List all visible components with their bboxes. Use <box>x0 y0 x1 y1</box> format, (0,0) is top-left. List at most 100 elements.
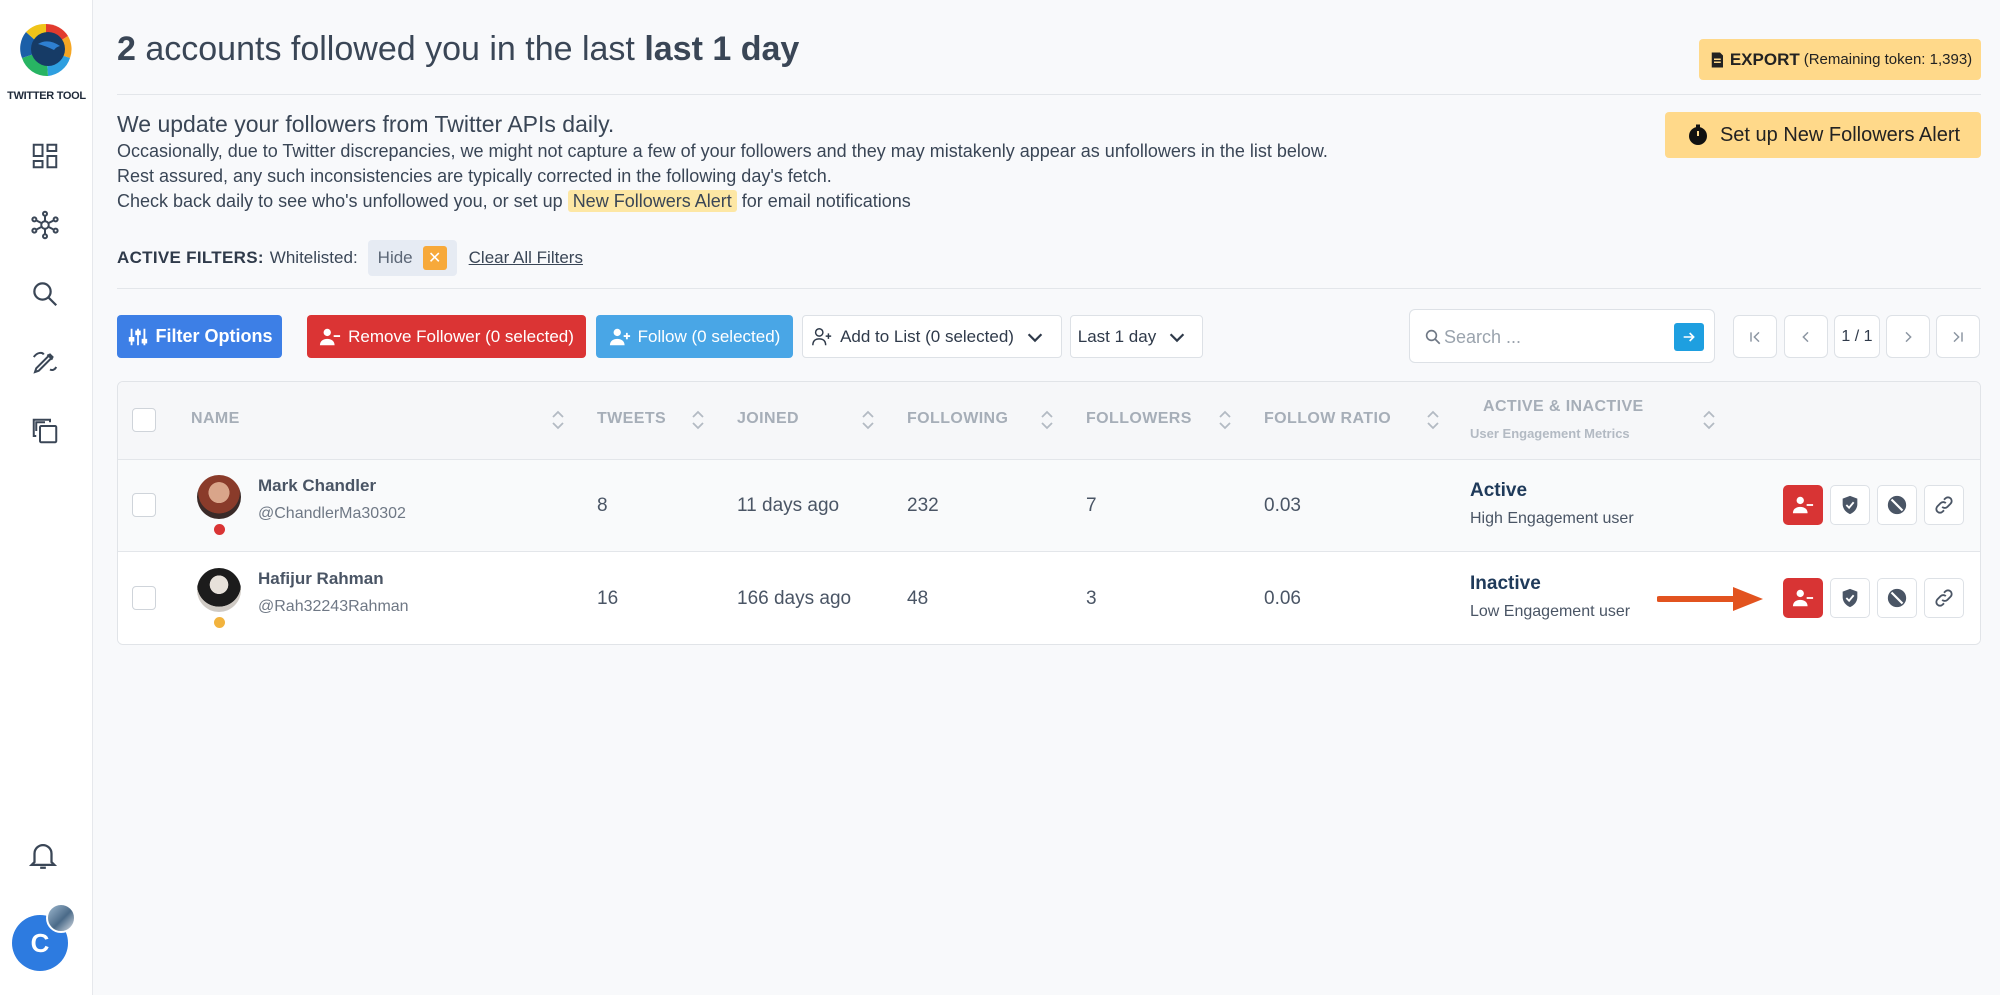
shield-icon <box>1842 495 1858 515</box>
filter-chip-whitelisted: Hide ✕ <box>367 240 457 276</box>
alert-button-label: Set up New Followers Alert <box>1719 123 1961 146</box>
logo[interactable] <box>18 22 74 78</box>
last-page-button[interactable] <box>1936 315 1980 358</box>
remove-follower-row-button[interactable] <box>1783 485 1823 525</box>
active-filters-label: ACTIVE FILTERS: <box>117 248 264 267</box>
user-handle[interactable]: @ChandlerMa30302 <box>258 505 406 523</box>
engagement-detail: Low Engagement user <box>1470 603 1631 620</box>
user-plus-icon <box>609 328 630 345</box>
user-minus-icon <box>320 328 341 345</box>
whitelist-button[interactable] <box>1830 578 1870 618</box>
engagement-status: Active <box>1470 480 1528 501</box>
column-followers[interactable]: FOLLOWERS <box>1086 410 1192 428</box>
row-checkbox[interactable] <box>132 493 156 517</box>
column-engagement[interactable]: ACTIVE & INACTIVE <box>1483 398 1644 416</box>
network-icon[interactable] <box>28 208 62 242</box>
select-all-checkbox[interactable] <box>132 408 156 432</box>
filter-options-button[interactable]: Filter Options <box>117 315 282 358</box>
new-followers-alert-link[interactable]: New Followers Alert <box>567 190 737 212</box>
avatar[interactable] <box>197 568 241 612</box>
sort-icon[interactable] <box>1218 408 1232 432</box>
remove-follower-row-button[interactable] <box>1783 578 1823 618</box>
bell-icon[interactable] <box>26 838 60 872</box>
first-page-button[interactable] <box>1733 315 1777 358</box>
joined-cell: 166 days ago <box>737 588 852 609</box>
profile-link-button[interactable] <box>1924 578 1964 618</box>
avatar[interactable] <box>197 475 241 519</box>
first-page-icon <box>1750 331 1760 342</box>
ratio-cell: 0.06 <box>1264 588 1301 609</box>
copy-icon[interactable] <box>28 414 62 448</box>
profile-link-button[interactable] <box>1924 485 1964 525</box>
set-up-alert-button[interactable]: Set up New Followers Alert <box>1665 112 1981 158</box>
app-name: TWITTER TOOL <box>7 90 86 102</box>
follow-button[interactable]: Follow (0 selected) <box>596 315 793 358</box>
user-handle[interactable]: @Rah32243Rahman <box>258 598 409 616</box>
user-minus-icon <box>1792 496 1814 514</box>
search-icon[interactable] <box>28 277 62 311</box>
close-icon[interactable]: ✕ <box>422 246 447 270</box>
title-text: accounts followed you in the last <box>135 30 645 68</box>
info-line-3-pre: Check back daily to see who's unfollowed… <box>117 191 568 211</box>
sort-icon[interactable] <box>861 408 875 432</box>
sort-icon[interactable] <box>1426 408 1440 432</box>
followers-cell: 7 <box>1086 495 1097 516</box>
export-icon <box>1711 52 1723 67</box>
export-token: (Remaining token: 1,393) <box>1803 51 1973 68</box>
add-to-list-dropdown[interactable]: Add to List (0 selected) <box>802 315 1062 358</box>
dashboard-icon[interactable] <box>28 139 62 173</box>
filter-chip-value: Hide <box>377 248 413 267</box>
stopwatch-icon <box>1688 124 1707 145</box>
remove-follower-button[interactable]: Remove Follower (0 selected) <box>307 315 586 358</box>
next-page-button[interactable] <box>1886 315 1930 358</box>
search-submit-button[interactable] <box>1674 323 1704 351</box>
account-avatar[interactable] <box>46 903 76 933</box>
sort-icon[interactable] <box>1702 408 1716 432</box>
sliders-icon <box>128 328 147 345</box>
info-line-3-post: for email notifications <box>736 191 911 211</box>
tweets-cell: 16 <box>597 588 619 609</box>
sort-icon[interactable] <box>691 408 705 432</box>
block-button[interactable] <box>1877 578 1917 618</box>
date-range-label: Last 1 day <box>1077 326 1157 346</box>
add-to-list-label: Add to List (0 selected) <box>840 326 1014 346</box>
info-line-2: Rest assured, any such inconsistencies a… <box>117 166 832 186</box>
column-joined[interactable]: JOINED <box>737 410 799 428</box>
block-button[interactable] <box>1877 485 1917 525</box>
search-input[interactable] <box>1444 324 1664 350</box>
sort-icon[interactable] <box>551 408 565 432</box>
column-engagement-sub: User Engagement Metrics <box>1470 426 1630 441</box>
block-icon <box>1887 588 1907 608</box>
engagement-detail: High Engagement user <box>1470 510 1634 527</box>
filter-options-label: Filter Options <box>155 326 273 346</box>
user-minus-icon <box>1792 589 1814 607</box>
page-indicator: 1 / 1 <box>1834 315 1880 358</box>
search-box <box>1409 309 1715 363</box>
column-name[interactable]: NAME <box>191 410 240 428</box>
tweets-cell: 8 <box>597 495 608 516</box>
column-following[interactable]: FOLLOWING <box>907 410 1008 428</box>
export-button[interactable]: EXPORT (Remaining token: 1,393) <box>1699 39 1981 80</box>
ratio-cell: 0.03 <box>1264 495 1301 516</box>
edit-icon[interactable] <box>28 345 62 379</box>
prev-page-button[interactable] <box>1784 315 1828 358</box>
whitelist-button[interactable] <box>1830 485 1870 525</box>
status-dot <box>214 524 225 535</box>
date-range-dropdown[interactable]: Last 1 day <box>1070 315 1203 358</box>
chevron-down-icon <box>1170 332 1185 342</box>
column-follow-ratio[interactable]: FOLLOW RATIO <box>1264 410 1391 428</box>
active-filters: ACTIVE FILTERS: Whitelisted: Hide ✕ Clea… <box>117 240 583 276</box>
column-tweets[interactable]: TWEETS <box>597 410 666 428</box>
user-name[interactable]: Hafijur Rahman <box>258 569 384 589</box>
followers-cell: 3 <box>1086 588 1097 609</box>
last-page-icon <box>1953 331 1963 342</box>
clear-all-filters-link[interactable]: Clear All Filters <box>469 248 583 268</box>
user-name[interactable]: Mark Chandler <box>258 476 376 496</box>
table-row[interactable]: Mark Chandler @ChandlerMa30302 8 11 days… <box>118 460 1980 552</box>
row-checkbox[interactable] <box>132 586 156 610</box>
title-range: last 1 day <box>644 30 800 68</box>
divider <box>117 94 1981 95</box>
prev-page-icon <box>1802 331 1809 342</box>
list-add-icon <box>812 327 832 345</box>
sort-icon[interactable] <box>1040 408 1054 432</box>
